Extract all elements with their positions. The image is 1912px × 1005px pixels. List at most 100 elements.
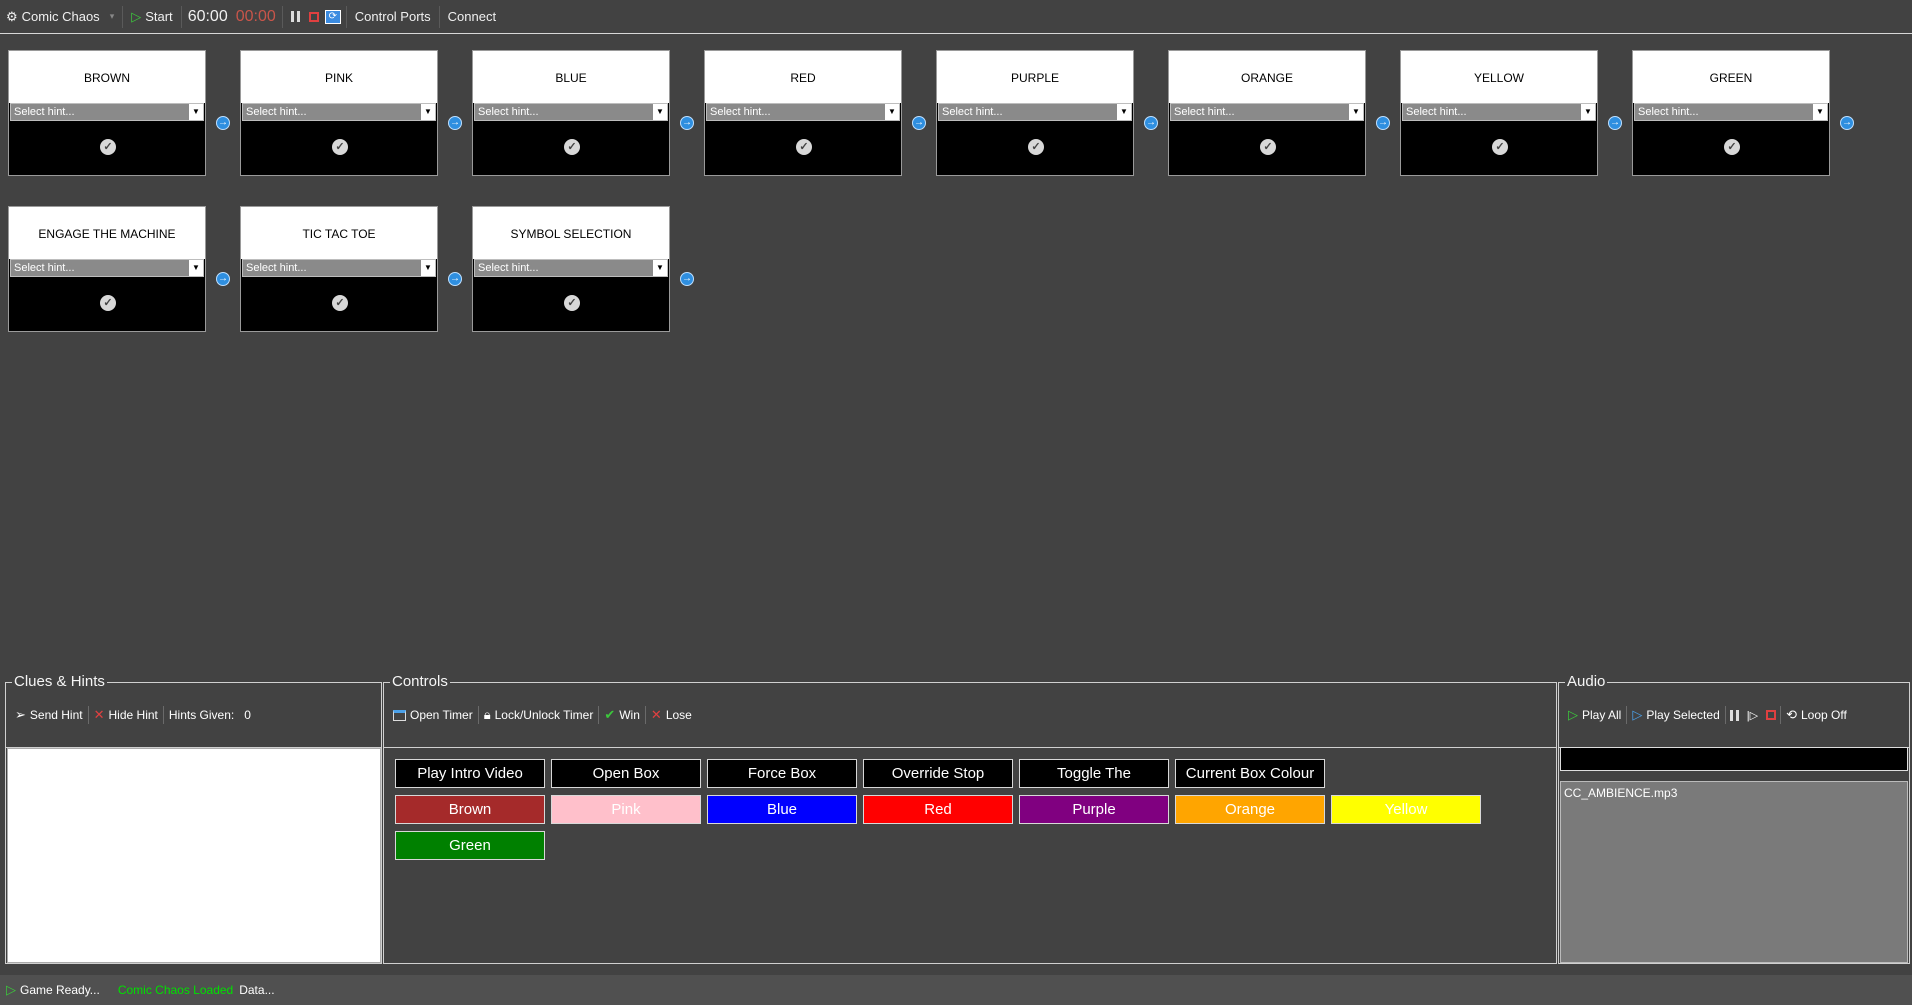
game-ready-status: ▷ Game Ready... xyxy=(0,982,106,998)
override-stop-button[interactable]: Override Stop xyxy=(863,759,1013,788)
check-icon[interactable]: ✓ xyxy=(1028,139,1044,155)
next-arrow-icon[interactable]: → xyxy=(1840,116,1854,130)
stop-button[interactable] xyxy=(306,0,322,34)
hint-select[interactable]: Select hint... ▼ xyxy=(1402,103,1596,121)
next-arrow-icon[interactable]: → xyxy=(680,272,694,286)
loop-toggle-button[interactable]: ⟲ Loop Off xyxy=(1781,704,1852,726)
hide-hint-label: Hide Hint xyxy=(108,708,158,722)
next-arrow-icon[interactable]: → xyxy=(1376,116,1390,130)
hint-select[interactable]: Select hint... ▼ xyxy=(706,103,900,121)
next-arrow-icon[interactable]: → xyxy=(216,116,230,130)
win-button[interactable]: ✔ Win xyxy=(599,704,645,726)
refresh-button[interactable]: ⟳ xyxy=(322,0,344,34)
play-intro-video-button[interactable]: Play Intro Video xyxy=(395,759,545,788)
check-icon[interactable]: ✓ xyxy=(1724,139,1740,155)
puzzle-title: PINK xyxy=(241,51,437,103)
hint-select[interactable]: Select hint... ▼ xyxy=(474,259,668,277)
chevron-down-icon[interactable]: ▼ xyxy=(1117,104,1131,120)
chevron-down-icon[interactable]: ▼ xyxy=(421,104,435,120)
chevron-down-icon[interactable]: ▼ xyxy=(653,104,667,120)
check-icon[interactable]: ✓ xyxy=(564,295,580,311)
chevron-down-icon[interactable]: ▼ xyxy=(1581,104,1595,120)
check-icon[interactable]: ✓ xyxy=(1492,139,1508,155)
green-button[interactable]: Green xyxy=(395,831,545,860)
hint-select[interactable]: Select hint... ▼ xyxy=(242,103,436,121)
lose-button[interactable]: ✕ Lose xyxy=(646,704,697,726)
chevron-down-icon[interactable]: ▼ xyxy=(1349,104,1363,120)
puzzle-title: BROWN xyxy=(9,51,205,103)
next-arrow-icon[interactable]: → xyxy=(448,272,462,286)
chevron-down-icon[interactable]: ▼ xyxy=(885,104,899,120)
hint-select[interactable]: Select hint... ▼ xyxy=(938,103,1132,121)
open-box-button[interactable]: Open Box xyxy=(551,759,701,788)
orange-button[interactable]: Orange xyxy=(1175,795,1325,824)
connect-button[interactable]: Connect xyxy=(442,0,502,34)
pause-icon xyxy=(1729,709,1739,721)
hint-select[interactable]: Select hint... ▼ xyxy=(1170,103,1364,121)
audio-toolbar: ▷ Play All ▷ Play Selected |▷ ⟲ Loop Off xyxy=(1559,683,1852,747)
hint-select-placeholder: Select hint... xyxy=(246,106,307,118)
check-icon[interactable]: ✓ xyxy=(100,139,116,155)
red-button[interactable]: Red xyxy=(863,795,1013,824)
open-timer-button[interactable]: Open Timer xyxy=(388,704,478,726)
hints-given-value: 0 xyxy=(244,708,251,722)
hint-select[interactable]: Select hint... ▼ xyxy=(10,259,204,277)
toolbar-divider xyxy=(122,5,124,28)
check-icon[interactable]: ✓ xyxy=(332,139,348,155)
app-menu[interactable]: ⚙ Comic Chaos ▾ xyxy=(0,0,120,34)
hint-select[interactable]: Select hint... ▼ xyxy=(1634,103,1828,121)
main-toolbar: ⚙ Comic Chaos ▾ ▷ Start 60:00 00:00 ⟳ Co… xyxy=(0,0,1912,34)
hint-select[interactable]: Select hint... ▼ xyxy=(10,103,204,121)
chevron-down-icon[interactable]: ▼ xyxy=(653,260,667,276)
force-box-button[interactable]: Force Box xyxy=(707,759,857,788)
audio-step-button[interactable]: |▷ xyxy=(1743,704,1762,726)
chevron-down-icon[interactable]: ▼ xyxy=(421,260,435,276)
play-all-button[interactable]: ▷ Play All xyxy=(1563,704,1626,726)
purple-button[interactable]: Purple xyxy=(1019,795,1169,824)
pink-button[interactable]: Pink xyxy=(551,795,701,824)
open-timer-label: Open Timer xyxy=(410,708,473,722)
audio-pause-button[interactable] xyxy=(1726,704,1743,726)
toggle-the-button[interactable]: Toggle The xyxy=(1019,759,1169,788)
start-button[interactable]: ▷ Start xyxy=(125,0,178,34)
hide-hint-button[interactable]: ✕ Hide Hint xyxy=(89,704,163,726)
lock-unlock-timer-button[interactable]: 🔒︎ Lock/Unlock Timer xyxy=(479,704,599,726)
puzzle-title: BLUE xyxy=(473,51,669,103)
close-icon: ✕ xyxy=(93,707,105,722)
pause-button[interactable] xyxy=(285,0,306,34)
send-hint-button[interactable]: ➢ Send Hint xyxy=(10,704,88,726)
next-arrow-icon[interactable]: → xyxy=(912,116,926,130)
blue-button[interactable]: Blue xyxy=(707,795,857,824)
chevron-down-icon[interactable]: ▼ xyxy=(1813,104,1827,120)
check-icon[interactable]: ✓ xyxy=(332,295,348,311)
audio-track-list[interactable]: CC_AMBIENCE.mp3 xyxy=(1560,781,1908,963)
audio-progress-bar[interactable] xyxy=(1560,747,1908,771)
hint-text-area[interactable] xyxy=(7,748,381,963)
check-icon[interactable]: ✓ xyxy=(796,139,812,155)
current-box-colour-button[interactable]: Current Box Colour xyxy=(1175,759,1325,788)
check-icon[interactable]: ✓ xyxy=(564,139,580,155)
play-icon: ▷ xyxy=(6,982,16,997)
audio-track-item[interactable]: CC_AMBIENCE.mp3 xyxy=(1564,786,1904,800)
status-bar: ▷ Game Ready... Comic Chaos Loaded Data.… xyxy=(0,975,1912,1005)
check-icon[interactable]: ✓ xyxy=(100,295,116,311)
yellow-button[interactable]: Yellow xyxy=(1331,795,1481,824)
brown-button[interactable]: Brown xyxy=(395,795,545,824)
play-selected-button[interactable]: ▷ Play Selected xyxy=(1627,704,1724,726)
next-arrow-icon[interactable]: → xyxy=(1608,116,1622,130)
hint-select[interactable]: Select hint... ▼ xyxy=(242,259,436,277)
next-arrow-icon[interactable]: → xyxy=(448,116,462,130)
hint-select[interactable]: Select hint... ▼ xyxy=(474,103,668,121)
win-label: Win xyxy=(619,708,640,722)
chevron-down-icon[interactable]: ▼ xyxy=(189,104,203,120)
next-arrow-icon[interactable]: → xyxy=(680,116,694,130)
check-icon[interactable]: ✓ xyxy=(1260,139,1276,155)
app-name: Comic Chaos xyxy=(21,9,100,24)
next-arrow-icon[interactable]: → xyxy=(1144,116,1158,130)
control-ports-button[interactable]: Control Ports xyxy=(349,0,437,34)
chevron-down-icon[interactable]: ▼ xyxy=(189,260,203,276)
audio-stop-button[interactable] xyxy=(1762,704,1780,726)
check-icon: ✔ xyxy=(604,707,616,722)
next-arrow-icon[interactable]: → xyxy=(216,272,230,286)
stop-icon xyxy=(1766,710,1777,720)
